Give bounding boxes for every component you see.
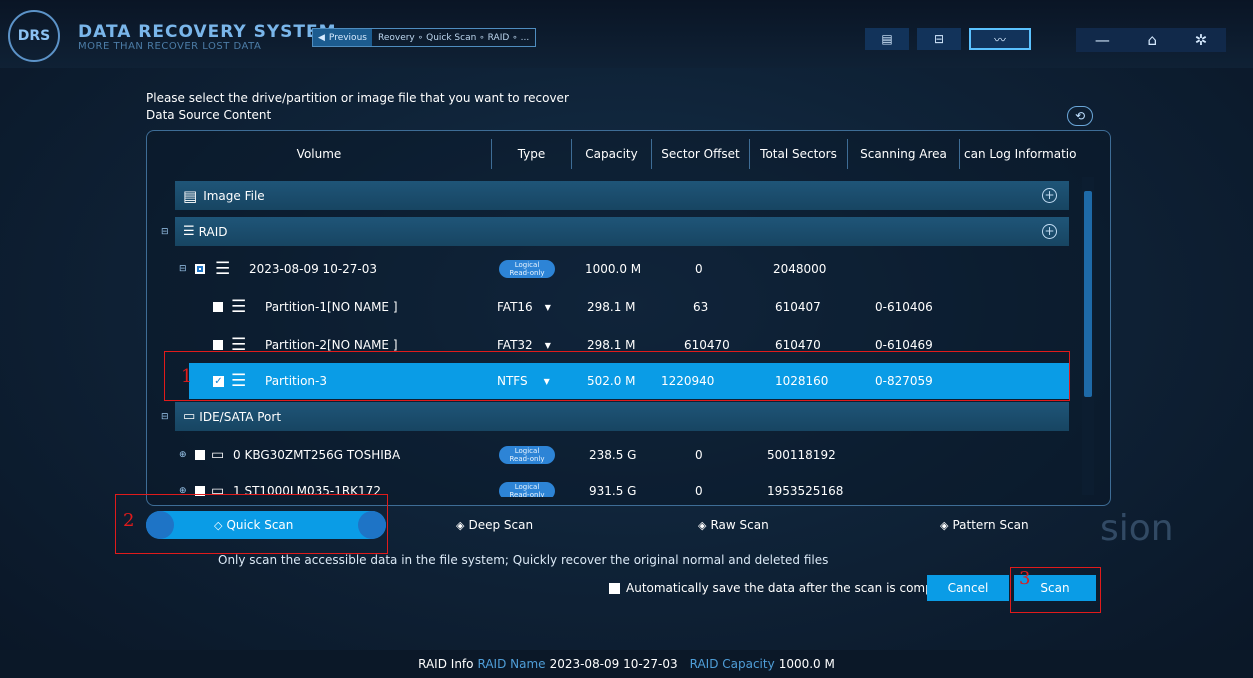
instructions: Please select the drive/partition or ima… [146,91,569,122]
col-capacity[interactable]: Capacity [572,139,652,169]
dropdown-arrow-icon: ▼ [544,302,551,312]
partition-checkbox[interactable] [213,302,223,312]
type-dropdown[interactable]: FAT16 ▼ [497,289,551,325]
app-subtitle: MORE THAN RECOVER LOST DATA [78,41,262,52]
toolbar: ▤ ⊟ 〰 [865,28,1031,50]
col-volume[interactable]: Volume [147,139,492,169]
annotation-box-2 [115,494,388,554]
table-row[interactable]: ⊕ ▭ 0 KBG30ZMT256G TOSHIBA Logical Read-o… [153,437,1069,473]
add-raid-icon[interactable]: + [1042,224,1057,239]
col-scanning-area[interactable]: Scanning Area [848,139,960,169]
readonly-badge: Logical Read-only [499,251,555,287]
app-title: DATA RECOVERY SYSTEM [78,22,337,42]
diamond-icon: ◈ [698,518,707,532]
raid-checkbox[interactable] [195,251,205,287]
disk-checkbox[interactable] [195,450,205,460]
raw-scan-option[interactable]: ◈ Raw Scan [698,511,769,539]
annotation-box-1 [164,351,1070,401]
table-row[interactable]: ☰ Partition-1[NO NAME ] FAT16 ▼ 298.1 M 6… [153,289,1069,325]
annotation-number-3: 3 [1019,568,1031,589]
scrollbar-thumb[interactable] [1084,191,1092,397]
partition-checkbox[interactable] [213,340,223,350]
table-row[interactable]: ⊟ ☰ 2023-08-09 10-27-03 Logical Read-only… [153,251,1069,287]
annotation-number-2: 2 [123,510,135,531]
group-ide-sata[interactable]: ⊟ ▭ IDE/SATA Port [161,402,1069,431]
breadcrumb-path: Reovery ∘ Quick Scan ∘ RAID ∘ ... [377,32,530,43]
report-icon: ▤ [881,32,893,46]
col-sector-offset[interactable]: Sector Offset [652,139,750,169]
scrollbar[interactable] [1082,177,1094,495]
back-arrow-icon: ◀ [318,32,325,43]
file-icon: ▤ [183,186,198,205]
list-icon: ☰ [215,259,230,279]
readonly-badge: Logical Read-only [499,473,555,497]
refresh-icon[interactable]: ⟲ [1067,106,1093,126]
table-header: Volume Type Capacity Sector Offset Total… [147,139,1110,169]
col-type[interactable]: Type [492,139,572,169]
col-scan-log[interactable]: can Log Informatio [960,139,1078,169]
gear-icon[interactable]: ✲ [1195,31,1208,49]
list-icon: ☰ [183,224,195,239]
autosave-checkbox[interactable]: Automatically save the data after the sc… [609,581,956,595]
breadcrumb: ◀ Previous Reovery ∘ Quick Scan ∘ RAID ∘ … [312,28,537,47]
list-icon: ☰ [231,297,246,317]
deep-scan-option[interactable]: ◈ Deep Scan [456,511,533,539]
collapse-icon[interactable]: ⊟ [179,251,187,287]
table-body: ▤ Image File + ⊟ ☰ RAID + ⊟ ☰ 2023-08-09… [153,175,1097,497]
pattern-scan-option[interactable]: ◈ Pattern Scan [940,511,1029,539]
previous-button[interactable]: ◀ Previous [313,29,372,46]
hard-drive-icon: ▭ [183,409,196,424]
report-button[interactable]: ▤ [865,28,909,50]
col-total-sectors[interactable]: Total Sectors [750,139,848,169]
window-controls: — ⌂ ✲ [1076,28,1226,52]
toolbox-icon: ⊟ [933,32,945,46]
top-bar: DRS DATA RECOVERY SYSTEM MORE THAN RECOV… [0,0,1253,68]
home-icon[interactable]: ⌂ [1147,31,1157,49]
minimize-icon[interactable]: — [1095,31,1110,49]
monitor-button[interactable]: 〰 [969,28,1031,50]
cancel-button[interactable]: Cancel [927,575,1009,601]
annotation-number-1: 1 [181,366,193,387]
chart-icon: 〰 [993,32,1006,47]
collapse-icon[interactable]: ⊟ [161,412,169,422]
data-source-table: Volume Type Capacity Sector Offset Total… [146,130,1111,506]
readonly-badge: Logical Read-only [499,437,555,473]
toolbox-button[interactable]: ⊟ [917,28,961,50]
dropdown-arrow-icon: ▼ [544,340,551,350]
checkbox-box[interactable] [609,582,620,594]
add-image-icon[interactable]: + [1042,188,1057,203]
collapse-icon[interactable]: ⊟ [161,227,169,237]
diamond-icon: ◈ [456,518,465,532]
hard-drive-icon: ▭ [211,447,225,463]
group-raid[interactable]: ⊟ ☰ RAID + [161,217,1069,246]
raid-info-bar: RAID Info RAID Name 2023-08-09 10-27-03 … [0,650,1253,678]
drs-logo: DRS [8,10,60,62]
scan-description: Only scan the accessible data in the fil… [218,553,829,567]
group-image-file[interactable]: ▤ Image File + [175,181,1069,210]
expand-icon[interactable]: ⊕ [179,437,187,473]
diamond-icon: ◈ [940,518,949,532]
trial-version-watermark: sion [1100,508,1174,549]
